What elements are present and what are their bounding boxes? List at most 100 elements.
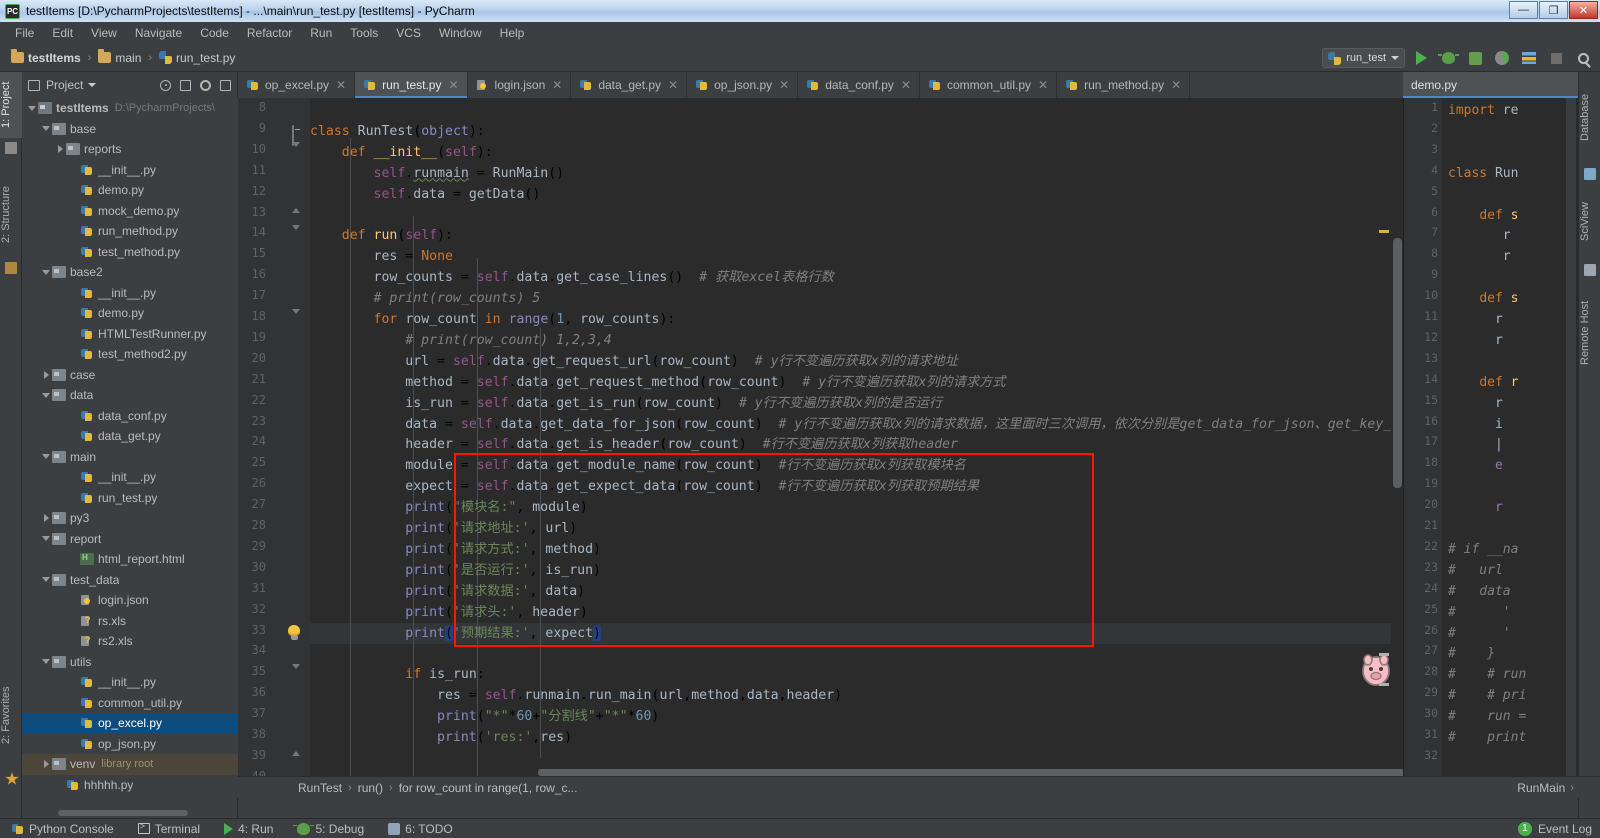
breadcrumb-runmain[interactable]: RunMain <box>1517 781 1565 795</box>
code-line[interactable]: res = None <box>310 246 453 267</box>
code-line[interactable]: # data <box>1448 581 1511 602</box>
menu-item-view[interactable]: View <box>82 24 126 42</box>
code-line[interactable]: res = self.runmain.run_main(url,method,d… <box>310 685 842 706</box>
nav-breadcrumb-item[interactable]: RunTest <box>298 781 342 795</box>
tree-item-case[interactable]: case <box>22 365 238 386</box>
tree-toggle[interactable] <box>54 143 66 155</box>
run-configuration-selector[interactable]: run_test <box>1322 48 1405 68</box>
code-line[interactable]: print('请求头:', header) <box>310 602 588 623</box>
tree-item-data-conf-py[interactable]: data_conf.py <box>22 406 238 427</box>
close-icon[interactable]: ✕ <box>779 78 789 92</box>
code-line[interactable]: row_counts = self.data.get_case_lines() … <box>310 267 834 288</box>
tree-item-run-test-py[interactable]: run_test.py <box>22 488 238 509</box>
tree-item-main[interactable]: main <box>22 447 238 468</box>
code-line[interactable]: print("*"*60+"分割线"+"*"*60) <box>310 706 659 727</box>
status-terminal[interactable]: Terminal <box>126 821 212 836</box>
menu-item-tools[interactable]: Tools <box>341 24 387 42</box>
locate-file-button[interactable] <box>158 78 173 93</box>
tree-item-report[interactable]: report <box>22 529 238 550</box>
menu-item-help[interactable]: Help <box>491 24 534 42</box>
code-editor[interactable]: 8 9 10 11 12 13 14 15 16 17 18 19 20 21 22 23 24 25 26 27 28… <box>238 98 1403 776</box>
code-line[interactable]: def run(self): <box>310 225 453 246</box>
right-editor-tab[interactable]: demo.py <box>1403 72 1578 98</box>
status-python-console[interactable]: Python Console <box>0 822 126 836</box>
code-line[interactable]: r <box>1448 330 1503 351</box>
breadcrumb-file[interactable]: run_test.py <box>156 51 238 65</box>
code-line[interactable]: url = self.data.get_request_url(row_coun… <box>310 351 958 372</box>
code-line[interactable]: print('res:',res) <box>310 727 572 748</box>
maximize-button[interactable]: ❐ <box>1539 1 1568 19</box>
debug-button[interactable] <box>1437 47 1459 69</box>
code-line[interactable]: # print <box>1448 727 1526 748</box>
code-line[interactable]: is_run = self.data.get_is_run(row_count)… <box>310 393 942 414</box>
event-log-label[interactable]: Event Log <box>1538 822 1592 836</box>
editor-horizontal-scrollbar[interactable] <box>538 769 1403 776</box>
editor-scrollbar[interactable] <box>1391 98 1403 776</box>
tree-toggle[interactable] <box>26 102 38 114</box>
tree-item-data-get-py[interactable]: data_get.py <box>22 426 238 447</box>
code-line[interactable]: if is_run: <box>310 664 484 685</box>
menu-item-vcs[interactable]: VCS <box>387 24 430 42</box>
sidebar-item-remote-host[interactable]: Remote Host <box>1579 284 1600 382</box>
code-line[interactable]: def r <box>1448 372 1518 393</box>
tree-item-rs-xls[interactable]: rs.xls <box>22 611 238 632</box>
code-line[interactable]: # ' <box>1448 602 1511 623</box>
editor-tab-data-get-py[interactable]: data_get.py ✕ <box>571 72 688 98</box>
editor-tab-op-excel-py[interactable]: op_excel.py ✕ <box>238 72 356 98</box>
fold-marker[interactable] <box>292 732 303 756</box>
tree-item-utils[interactable]: utils <box>22 652 238 673</box>
project-tree[interactable]: testItems D:\PycharmProjects\ base reports _… <box>22 98 238 798</box>
tree-item-demo-py[interactable]: demo.py <box>22 180 238 201</box>
tree-item--init-py[interactable]: __init__.py <box>22 283 238 304</box>
code-line[interactable]: | <box>1448 434 1503 455</box>
settings-button[interactable] <box>198 78 213 93</box>
code-line[interactable]: print("模块名:", module) <box>310 497 588 518</box>
nav-breadcrumb-item[interactable]: for row_count in range(1, row_c... <box>399 781 578 795</box>
code-line[interactable]: r <box>1448 309 1503 330</box>
code-area[interactable]: class RunTest(object): def __init__(self… <box>310 98 1403 776</box>
code-line[interactable]: header = self.data.get_is_header(row_cou… <box>310 434 958 455</box>
code-line[interactable]: r <box>1448 497 1503 518</box>
tree-item-run-method-py[interactable]: run_method.py <box>22 221 238 242</box>
code-line[interactable]: # if __na <box>1448 539 1518 560</box>
tree-item-test-method2-py[interactable]: test_method2.py <box>22 344 238 365</box>
tree-toggle[interactable] <box>40 389 52 401</box>
tree-item-base[interactable]: base <box>22 119 238 140</box>
search-button[interactable] <box>1572 47 1594 69</box>
tree-item-hhhhh-py[interactable]: hhhhh.py <box>22 775 238 796</box>
tree-item-py3[interactable]: py3 <box>22 508 238 529</box>
tree-item-rs2-xls[interactable]: rs2.xls <box>22 631 238 652</box>
close-icon[interactable]: ✕ <box>668 78 678 92</box>
editor-tab-run-method-py[interactable]: run_method.py ✕ <box>1057 72 1191 98</box>
editor-tab-common-util-py[interactable]: common_util.py ✕ <box>920 72 1058 98</box>
tree-item-op-excel-py[interactable]: op_excel.py <box>22 713 238 734</box>
editor-tab-data-conf-py[interactable]: data_conf.py ✕ <box>798 72 920 98</box>
tree-item-data[interactable]: data <box>22 385 238 406</box>
hide-panel-button[interactable] <box>218 78 233 93</box>
code-line[interactable]: method = self.data.get_request_method(ro… <box>310 372 1005 393</box>
tree-item-htmltestrunner-py[interactable]: HTMLTestRunner.py <box>22 324 238 345</box>
code-line[interactable]: module = self.data.get_module_name(row_c… <box>310 455 966 476</box>
run-button[interactable] <box>1410 47 1432 69</box>
tree-item--init-py[interactable]: __init__.py <box>22 467 238 488</box>
menu-item-run[interactable]: Run <box>301 24 341 42</box>
tree-toggle[interactable] <box>40 369 52 381</box>
close-icon[interactable]: ✕ <box>901 78 911 92</box>
sidebar-item-structure[interactable]: 2: Structure <box>0 172 22 258</box>
editor-tab-login-json[interactable]: login.json ✕ <box>468 72 572 98</box>
close-icon[interactable]: ✕ <box>336 78 346 92</box>
code-line[interactable]: print('请求方式:', method) <box>310 539 601 560</box>
tree-toggle[interactable] <box>40 758 52 770</box>
tree-toggle[interactable] <box>40 451 52 463</box>
tree-toggle[interactable] <box>40 512 52 524</box>
minimize-button[interactable]: — <box>1509 1 1538 19</box>
project-panel-scrollbar[interactable] <box>58 810 188 816</box>
tree-item-login-json[interactable]: login.json <box>22 590 238 611</box>
menu-item-refactor[interactable]: Refactor <box>238 24 301 42</box>
tree-item-common-util-py[interactable]: common_util.py <box>22 693 238 714</box>
tree-toggle[interactable] <box>40 533 52 545</box>
code-line[interactable]: # # run <box>1448 664 1526 685</box>
sidebar-item-project[interactable]: 1: Project <box>0 72 22 138</box>
code-line[interactable]: e <box>1448 455 1503 476</box>
tree-item-base2[interactable]: base2 <box>22 262 238 283</box>
